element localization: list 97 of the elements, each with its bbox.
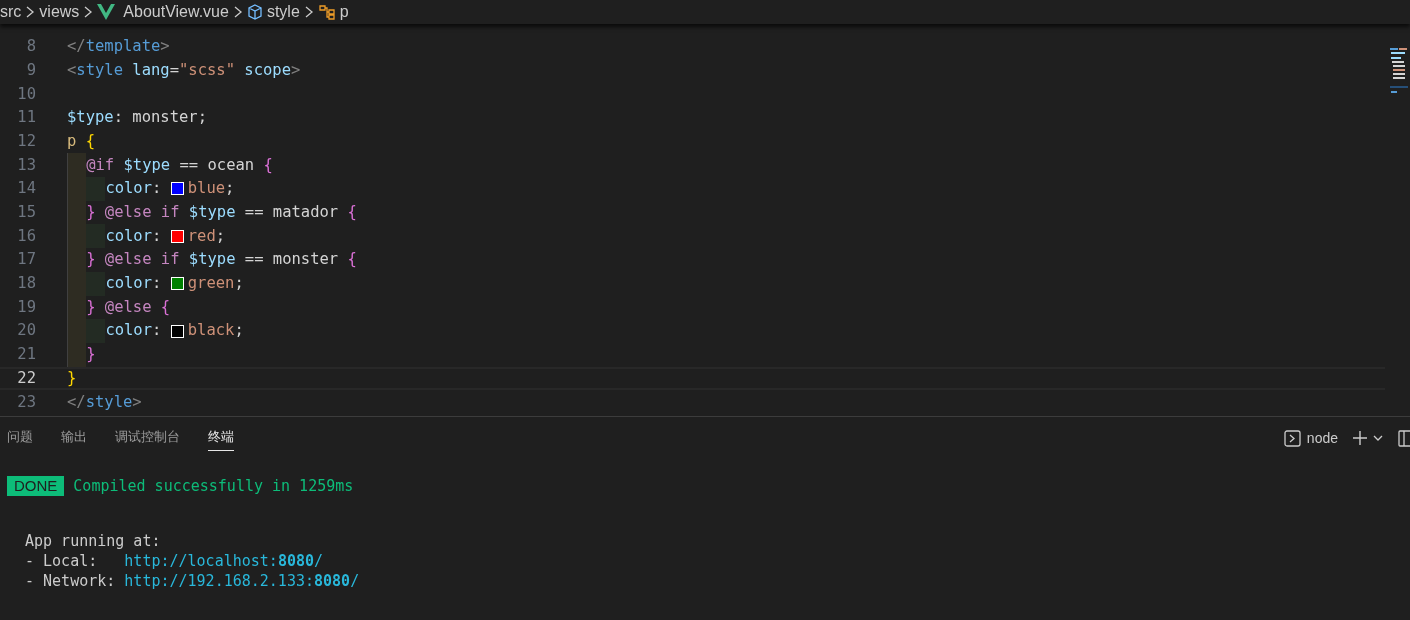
- terminal-name[interactable]: node: [1306, 427, 1338, 449]
- code-token: green: [187, 273, 235, 295]
- terminal-line: - Network:: [25, 571, 117, 591]
- line-number: 19: [16, 296, 36, 318]
- code-token: >: [132, 391, 142, 413]
- color-swatch[interactable]: [170, 229, 184, 243]
- code-token: $type: [187, 249, 236, 271]
- code-token: ;: [215, 225, 226, 247]
- code-token: ;: [234, 320, 244, 342]
- terminal-line: Compiled successfully in 1259ms: [73, 475, 354, 497]
- url-link[interactable]: http://192.168.2.133:8080/: [124, 571, 360, 591]
- breadcrumb-item[interactable]: src: [0, 0, 22, 24]
- breadcrumb-item[interactable]: views: [39, 0, 80, 24]
- code-token: >: [291, 59, 301, 81]
- code-token: {: [85, 130, 95, 152]
- line-number: 8: [25, 36, 36, 58]
- code-token: color: [105, 320, 153, 342]
- line-number: 9: [25, 59, 36, 81]
- code-token: color: [105, 273, 153, 295]
- color-swatch[interactable]: [170, 182, 184, 196]
- code-token: {: [263, 154, 273, 176]
- code-token: $type: [122, 154, 171, 176]
- line-number: 18: [16, 273, 36, 295]
- code-token: lang: [131, 59, 170, 81]
- breadcrumb-item[interactable]: p: [339, 0, 349, 24]
- indent-guide: [67, 153, 87, 178]
- code-token: >: [160, 36, 170, 58]
- line-number: 23: [16, 391, 36, 413]
- line-number: 15: [16, 202, 36, 224]
- url-link[interactable]: http://localhost:8080/: [124, 551, 324, 571]
- panel-tab[interactable]: 输出: [61, 424, 87, 452]
- symbol-structure-icon: [317, 4, 336, 20]
- code-token: color: [105, 178, 153, 200]
- code-token: :: [152, 225, 163, 247]
- code-token: {: [347, 202, 357, 224]
- line-number: 11: [16, 107, 36, 129]
- code-token: {: [160, 296, 171, 318]
- code-token: :: [152, 320, 163, 342]
- code-token: red: [187, 225, 216, 247]
- panel-tab[interactable]: 问题: [7, 424, 33, 452]
- minimap-drawing: [1390, 48, 1408, 96]
- code-token: {: [347, 249, 357, 271]
- code-token: @else: [103, 296, 153, 318]
- cube-icon: [246, 4, 263, 20]
- code-token: @else if: [103, 249, 180, 271]
- code-token: template: [85, 36, 161, 58]
- status-badge: DONE: [7, 476, 65, 496]
- code-token: $type: [67, 107, 114, 129]
- code-token: color: [105, 225, 153, 247]
- terminal-icon: [1283, 429, 1301, 447]
- code-token: :: [152, 178, 163, 200]
- line-number: 21: [16, 344, 36, 366]
- line-number: 22: [16, 367, 36, 389]
- code-token: style: [85, 391, 133, 413]
- code-token: $type: [187, 202, 236, 224]
- code-token: =: [169, 59, 180, 81]
- code-token: black: [187, 320, 235, 342]
- line-number: 16: [16, 225, 36, 247]
- color-swatch[interactable]: [170, 324, 184, 338]
- code-token: </: [67, 391, 86, 413]
- vue-logo-icon: [97, 4, 116, 20]
- code-token: ;: [234, 273, 244, 295]
- panel-tab[interactable]: 终端: [208, 424, 234, 452]
- breadcrumb-item[interactable]: AboutView.vue: [123, 0, 229, 24]
- code-token: == matador: [243, 202, 340, 224]
- code-token: ;: [225, 178, 235, 200]
- terminal-line: - Local:: [25, 551, 99, 571]
- code-token: <: [67, 59, 77, 81]
- line-number: 13: [16, 154, 36, 176]
- code-token: == monster: [243, 249, 340, 271]
- code-token: : monster;: [113, 107, 207, 129]
- code-token: }: [67, 367, 77, 389]
- color-swatch[interactable]: [170, 277, 184, 291]
- code-token: "scss": [179, 59, 236, 81]
- panel-tab[interactable]: 调试控制台: [115, 424, 180, 452]
- terminal-line: App running at:: [25, 531, 162, 551]
- code-token: scope: [243, 59, 292, 81]
- line-number: 10: [16, 83, 36, 105]
- breadcrumb-item[interactable]: style: [266, 0, 300, 24]
- code-token: blue: [187, 178, 226, 200]
- split-panel-icon[interactable]: [1398, 429, 1410, 447]
- code-token: == ocean: [178, 154, 256, 176]
- code-token: style: [76, 59, 123, 81]
- code-token: </: [67, 36, 86, 58]
- line-number: 14: [16, 178, 36, 200]
- plus-icon[interactable]: [1352, 430, 1368, 446]
- code-token: }: [86, 344, 96, 366]
- code-token: :: [152, 273, 163, 295]
- line-number: 17: [16, 249, 36, 271]
- code-token: p: [67, 130, 78, 152]
- code-token: }: [86, 296, 96, 318]
- code-token: @else if: [103, 202, 180, 224]
- code-token: }: [86, 249, 96, 271]
- code-token: @if: [86, 154, 115, 176]
- line-number: 20: [16, 320, 36, 342]
- line-number: 12: [16, 130, 36, 152]
- code-token: }: [86, 202, 96, 224]
